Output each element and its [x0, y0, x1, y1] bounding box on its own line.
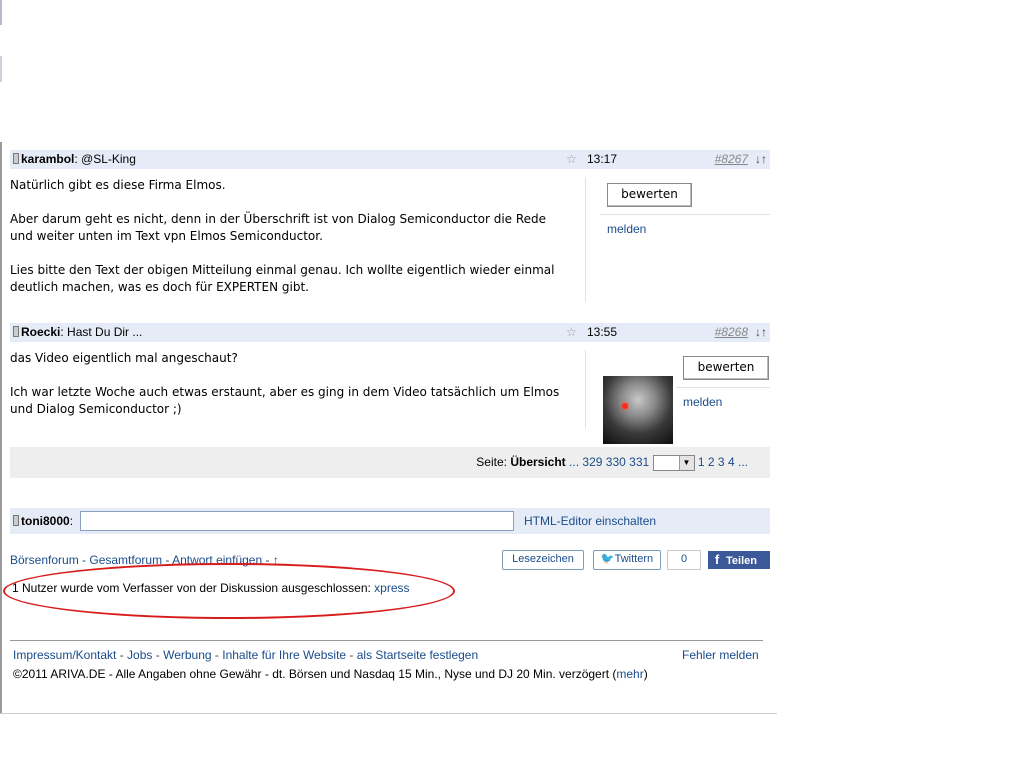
page-link[interactable]: 2 [708, 455, 715, 469]
action-divider [600, 214, 770, 215]
mobile-icon [13, 515, 19, 526]
column-divider [585, 350, 586, 428]
reply-user: toni8000 [21, 514, 70, 528]
highlight-annotation-oval [3, 563, 455, 619]
report-error-link[interactable]: Fehler melden [682, 648, 759, 662]
copyright-line: ©2011 ARIVA.DE - Alle Angaben ohne Gewäh… [13, 667, 648, 681]
copyright-text: ©2011 ARIVA.DE - Alle Angaben ohne Gewäh… [13, 667, 617, 681]
footer-links: Impressum/Kontakt - Jobs - Werbung - Inh… [13, 648, 478, 662]
pagination-bar: Seite: Übersicht ... 329 330 331 ▼ 1 2 3… [10, 447, 770, 478]
page-select[interactable]: ▼ [652, 454, 695, 471]
forum-link[interactable]: Börsenforum [10, 553, 79, 567]
window-edge-mark [0, 0, 2, 25]
mobile-icon [13, 326, 19, 337]
reply-colon: : [69, 514, 74, 528]
post-paragraph: Natürlich gibt es diese Firma Elmos. [10, 178, 226, 192]
separator: - [78, 553, 90, 567]
mobile-icon [13, 153, 19, 164]
twitter-bird-icon: 🐦 [600, 553, 615, 565]
share-count: 0 [667, 550, 701, 570]
facebook-label: Teilen [726, 555, 757, 567]
page-bottom-border [0, 713, 777, 714]
post-subject: @SL-King [81, 152, 136, 166]
post-header: Roecki: Hast Du Dir ... ☆ 13:55 #8268 ↓↑ [10, 323, 770, 342]
chevron-down-icon: ▼ [678, 455, 694, 470]
footer-link-jobs[interactable]: Jobs [127, 648, 152, 662]
post-subject: Hast Du Dir ... [67, 325, 143, 339]
page-link[interactable]: 4 [728, 455, 735, 469]
forum-post: karambol: @SL-King ☆ 13:17 #8267 ↓↑ Natü… [10, 150, 770, 302]
report-link[interactable]: melden [607, 222, 646, 236]
user-avatar[interactable] [603, 376, 673, 444]
avatar-eye-detail [622, 403, 628, 409]
post-number-link[interactable]: #8268 [715, 323, 748, 342]
post-author-line: Roecki: Hast Du Dir ... [13, 323, 142, 342]
forum-post: Roecki: Hast Du Dir ... ☆ 13:55 #8268 ↓↑… [10, 323, 770, 444]
post-number-link[interactable]: #8267 [715, 150, 748, 169]
more-link[interactable]: mehr [616, 667, 643, 681]
page-link[interactable]: 3 [718, 455, 725, 469]
page-link[interactable]: 331 [629, 455, 649, 469]
ellipsis: ... [569, 455, 580, 469]
post-text: Natürlich gibt es diese Firma Elmos. Abe… [10, 177, 570, 296]
post-time: 13:55 [587, 325, 618, 339]
post-paragraph: Aber darum geht es nicht, denn in der Üb… [10, 212, 547, 243]
window-edge-mark [0, 56, 2, 82]
page-left-border [0, 142, 2, 714]
bookmark-button[interactable]: Lesezeichen [502, 550, 584, 570]
post-text: das Video eigentlich mal angeschaut? Ich… [10, 350, 570, 418]
post-time: 13:17 [587, 152, 618, 166]
ellipsis: ... [737, 455, 748, 469]
page-link[interactable]: 329 [582, 455, 602, 469]
rate-button[interactable]: bewerten [607, 183, 692, 207]
facebook-icon: f [714, 552, 720, 567]
footer-link-content[interactable]: Inhalte für Ihre Website [222, 648, 346, 662]
footer-divider [10, 640, 763, 641]
separator: - [152, 648, 164, 662]
footer-link-imprint[interactable]: Impressum/Kontakt [13, 648, 116, 662]
separator: - [346, 648, 357, 662]
post-author-line: karambol: @SL-King [13, 150, 136, 169]
separator: - [211, 648, 223, 662]
footer-link-homepage[interactable]: als Startseite festlegen [357, 648, 478, 662]
post-navigation-arrows-icon[interactable]: ↓↑ [755, 323, 767, 342]
reply-user-line: toni8000: [13, 508, 73, 534]
overview-link[interactable]: Übersicht [510, 455, 565, 469]
twitter-label: Twittern [614, 553, 654, 565]
separator: - [116, 648, 128, 662]
facebook-share-button[interactable]: f Teilen [708, 551, 770, 569]
post-paragraph: Lies bitte den Text der obigen Mitteilun… [10, 263, 555, 294]
rate-button[interactable]: bewerten [683, 356, 769, 380]
star-icon[interactable]: ☆ [566, 323, 577, 342]
pagination-controls: Seite: Übersicht ... 329 330 331 ▼ 1 2 3… [476, 447, 748, 478]
post-author[interactable]: karambol [21, 152, 74, 166]
twitter-button[interactable]: 🐦Twittern [593, 550, 661, 570]
footer-link-advertising[interactable]: Werbung [163, 648, 211, 662]
page-link[interactable]: 1 [698, 455, 705, 469]
quick-reply-bar: toni8000: HTML-Editor einschalten [10, 508, 770, 534]
post-paragraph: das Video eigentlich mal angeschaut? [10, 351, 238, 365]
page-link[interactable]: 330 [606, 455, 626, 469]
post-navigation-arrows-icon[interactable]: ↓↑ [755, 150, 767, 169]
star-icon[interactable]: ☆ [566, 150, 577, 169]
page-label: Seite: [476, 455, 507, 469]
reply-input[interactable] [80, 511, 514, 531]
copyright-close: ) [643, 667, 648, 681]
post-author[interactable]: Roecki [21, 325, 60, 339]
report-link[interactable]: melden [683, 395, 722, 409]
column-divider [585, 177, 586, 302]
html-editor-toggle-link[interactable]: HTML-Editor einschalten [524, 508, 656, 534]
post-paragraph: Ich war letzte Woche auch etwas erstaunt… [10, 385, 560, 416]
action-divider [676, 387, 770, 388]
post-header: karambol: @SL-King ☆ 13:17 #8267 ↓↑ [10, 150, 770, 169]
